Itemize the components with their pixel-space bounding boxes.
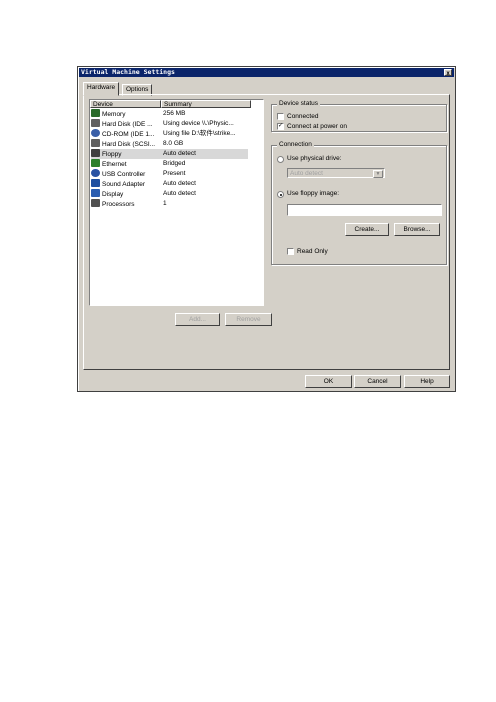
device-row[interactable]: Sound Adapter Auto detect xyxy=(90,179,263,189)
device-summary-cell: Using file D:\软件\strike... xyxy=(163,130,236,137)
device-summary-cell: 256 MB xyxy=(163,110,186,117)
device-row[interactable]: Floppy Auto detect xyxy=(90,149,263,159)
device-list[interactable]: Device Summary Memory 256 MB Hard Disk (ID… xyxy=(89,99,264,306)
virtual-machine-settings-window: Virtual Machine Settings x Hardware Opti… xyxy=(77,66,456,392)
window-title: Virtual Machine Settings xyxy=(81,68,175,76)
memory-icon xyxy=(91,109,100,117)
connected-label: Connected xyxy=(287,113,319,120)
floppy-icon xyxy=(91,149,100,157)
device-name-cell: Hard Disk (IDE ... xyxy=(91,119,161,129)
browse-button[interactable]: Browse... xyxy=(394,223,440,236)
device-name-cell: Floppy xyxy=(91,149,161,159)
device-row[interactable]: Display Auto detect xyxy=(90,189,263,199)
device-name: Hard Disk (IDE ... xyxy=(102,121,153,128)
checkmark-icon: ✓ xyxy=(278,123,284,129)
column-header-summary[interactable]: Summary xyxy=(161,100,251,108)
connection-title: Connection xyxy=(277,141,314,149)
device-summary-cell: Auto detect xyxy=(163,190,196,197)
device-name-cell: Processors xyxy=(91,199,161,209)
sound-icon xyxy=(91,179,100,187)
device-name-cell: Memory xyxy=(91,109,161,119)
device-name: CD-ROM (IDE 1... xyxy=(102,131,155,138)
cdrom-icon xyxy=(91,129,100,137)
hard-disk-icon xyxy=(91,139,100,147)
use-floppy-image-label: Use floppy image: xyxy=(287,190,340,197)
ethernet-icon xyxy=(91,159,100,167)
device-name: Memory xyxy=(102,111,126,118)
display-icon xyxy=(91,189,100,197)
floppy-image-path-input[interactable] xyxy=(287,204,442,216)
cancel-button[interactable]: Cancel xyxy=(354,375,401,388)
chevron-down-icon[interactable]: ▼ xyxy=(373,170,383,178)
device-list-header: Device Summary xyxy=(90,100,263,108)
device-status-title: Device status xyxy=(277,100,321,108)
device-name-cell: Sound Adapter xyxy=(91,179,161,189)
connection-group: Connection Use physical drive: Auto dete… xyxy=(271,141,447,265)
close-button[interactable]: x xyxy=(444,69,452,77)
close-icon: x xyxy=(446,70,450,77)
usb-icon xyxy=(91,169,100,177)
connected-checkbox[interactable] xyxy=(277,113,284,120)
use-physical-drive-radio[interactable] xyxy=(277,156,284,163)
help-button[interactable]: Help xyxy=(404,375,450,388)
device-name: Display xyxy=(102,191,124,198)
device-name-cell: Ethernet xyxy=(91,159,161,169)
processor-icon xyxy=(91,199,100,207)
device-row[interactable]: Hard Disk (IDE ... Using device \\.\Physi… xyxy=(90,119,263,129)
device-name-cell: USB Controller xyxy=(91,169,161,179)
ok-button[interactable]: OK xyxy=(305,375,352,388)
device-summary-cell: 1 xyxy=(163,200,167,207)
device-row[interactable]: Memory 256 MB xyxy=(90,109,263,119)
column-header-device[interactable]: Device xyxy=(90,100,161,108)
device-name-cell: Hard Disk (SCSI... xyxy=(91,139,161,149)
device-name: Hard Disk (SCSI... xyxy=(102,141,156,148)
remove-button[interactable]: Remove xyxy=(225,313,272,326)
device-summary-cell: Present xyxy=(163,170,186,177)
read-only-label: Read Only xyxy=(297,248,328,255)
connect-at-power-on-label: Connect at power on xyxy=(287,123,347,130)
device-name: Floppy xyxy=(102,151,122,158)
device-name: Ethernet xyxy=(102,161,127,168)
device-row[interactable]: Ethernet Bridged xyxy=(90,159,263,169)
device-row[interactable]: Processors 1 xyxy=(90,199,263,209)
add-button[interactable]: Add... xyxy=(175,313,220,326)
physical-drive-select[interactable]: Auto detect ▼ xyxy=(287,168,385,178)
title-bar[interactable]: Virtual Machine Settings x xyxy=(79,68,454,77)
device-name-cell: Display xyxy=(91,189,161,199)
device-summary-cell: Auto detect xyxy=(161,149,248,159)
hard-disk-icon xyxy=(91,119,100,127)
tab-hardware[interactable]: Hardware xyxy=(83,82,120,96)
hardware-tab-panel: Device Summary Memory 256 MB Hard Disk (ID… xyxy=(83,94,450,370)
device-summary-cell: Using device \\.\Physic... xyxy=(163,120,234,127)
create-button[interactable]: Create... xyxy=(345,223,389,236)
physical-drive-select-value: Auto detect xyxy=(290,170,323,177)
use-floppy-image-radio[interactable] xyxy=(277,191,284,198)
connect-at-power-on-checkbox[interactable]: ✓ xyxy=(277,123,284,130)
device-name-cell: CD-ROM (IDE 1... xyxy=(91,129,161,139)
device-row[interactable]: USB Controller Present xyxy=(90,169,263,179)
device-summary-cell: Bridged xyxy=(163,160,186,167)
device-name: USB Controller xyxy=(102,171,146,178)
device-summary-cell: 8.0 GB xyxy=(163,140,184,147)
device-name: Processors xyxy=(102,201,135,208)
use-physical-drive-label: Use physical drive: xyxy=(287,155,342,162)
device-row[interactable]: CD-ROM (IDE 1... Using file D:\软件\strike.… xyxy=(90,129,263,139)
device-name: Sound Adapter xyxy=(102,181,146,188)
read-only-checkbox[interactable] xyxy=(287,248,294,255)
device-row[interactable]: Hard Disk (SCSI... 8.0 GB xyxy=(90,139,263,149)
device-status-group: Device status Connected ✓ Connect at pow… xyxy=(271,100,447,132)
device-summary-cell: Auto detect xyxy=(163,180,196,187)
